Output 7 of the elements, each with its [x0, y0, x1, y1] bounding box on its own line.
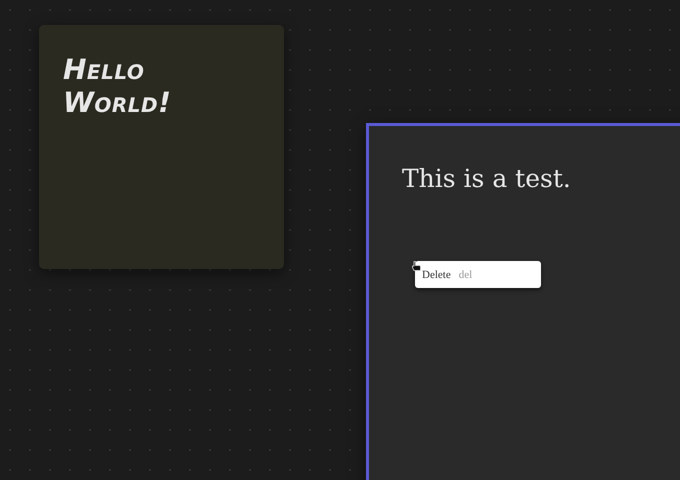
menu-item[interactable]: Delete del	[415, 268, 480, 280]
hand-cursor-icon	[412, 261, 421, 271]
note-text: Hello World!	[63, 53, 172, 119]
menu-item-label: Delete	[422, 268, 451, 280]
shortcut-hint: del	[458, 268, 472, 280]
note-text: This is a test.	[402, 164, 571, 193]
sticky-note[interactable]: Hello World!	[39, 25, 284, 269]
